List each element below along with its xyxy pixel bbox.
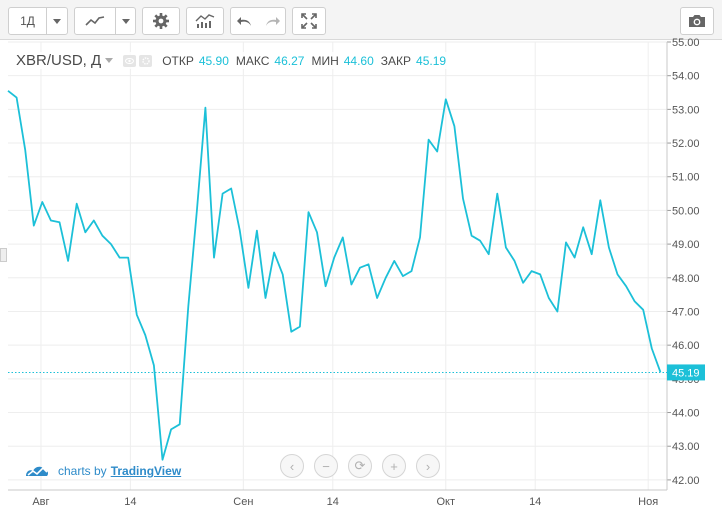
plus-icon: + xyxy=(390,458,398,474)
x-tick-label: Ноя xyxy=(638,496,658,508)
gear-icon[interactable] xyxy=(139,54,153,67)
eye-icon[interactable] xyxy=(123,54,137,67)
y-tick-label: 44.00 xyxy=(672,408,700,420)
last-price-label: 45.19 xyxy=(672,367,700,379)
y-tick-label: 47.00 xyxy=(672,306,700,318)
y-tick-label: 53.00 xyxy=(672,104,700,116)
watermark-brand[interactable]: TradingView xyxy=(111,464,181,478)
x-tick-label: Окт xyxy=(436,496,455,508)
tradingview-watermark[interactable]: charts by TradingView xyxy=(24,463,181,479)
open-value: 45.90 xyxy=(198,53,229,68)
price-chart[interactable]: 42.0043.0044.0045.0046.0047.0048.0049.00… xyxy=(0,0,722,522)
y-tick-label: 42.00 xyxy=(672,475,700,487)
x-tick-label: Сен xyxy=(233,496,253,508)
y-tick-label: 50.00 xyxy=(672,205,700,217)
chevron-left-icon: ‹ xyxy=(289,458,295,474)
open-label: ОТКР xyxy=(162,53,194,68)
y-tick-label: 51.00 xyxy=(672,172,700,184)
symbol-legend: XBR/USD, Д ОТКР 45.90 МАКС 46.27 МИН 44.… xyxy=(16,52,454,69)
x-tick-label: 14 xyxy=(327,496,339,508)
tradingview-logo-icon xyxy=(26,466,49,476)
high-label: МАКС xyxy=(235,53,270,68)
scroll-left-button[interactable]: ‹ xyxy=(280,454,304,478)
close-value: 45.19 xyxy=(416,53,447,68)
price-series-line xyxy=(7,90,662,461)
symbol-name[interactable]: XBR/USD, Д xyxy=(16,52,101,69)
y-tick-label: 49.00 xyxy=(672,239,700,251)
y-tick-label: 55.00 xyxy=(672,37,700,49)
y-tick-label: 54.00 xyxy=(672,71,700,83)
close-label: ЗАКР xyxy=(380,53,412,68)
chart-widget: 1Д 42.00 43.00 44.00 46.00 47.00 48.00 4… xyxy=(0,0,722,522)
y-tick-label: 52.00 xyxy=(672,138,700,150)
zoom-in-button[interactable]: + xyxy=(382,454,406,478)
refresh-icon: ⟳ xyxy=(354,458,366,473)
y-tick-label: 43.00 xyxy=(672,441,700,453)
zoom-out-button[interactable]: − xyxy=(314,454,338,478)
chevron-down-icon[interactable] xyxy=(105,58,114,63)
x-tick-label: 14 xyxy=(529,496,541,508)
chevron-right-icon: › xyxy=(425,458,431,474)
high-value: 46.27 xyxy=(274,53,305,68)
low-value: 44.60 xyxy=(343,53,374,68)
low-label: МИН xyxy=(311,53,339,68)
watermark-prefix: charts by xyxy=(58,464,107,478)
scroll-right-button[interactable]: › xyxy=(416,454,440,478)
reset-button[interactable]: ⟳ xyxy=(348,454,372,478)
y-tick-label: 48.00 xyxy=(672,273,700,285)
x-tick-label: 14 xyxy=(124,496,136,508)
minus-icon: − xyxy=(322,458,330,474)
y-tick-label: 46.00 xyxy=(672,340,700,352)
x-tick-label: Авг xyxy=(32,496,49,508)
